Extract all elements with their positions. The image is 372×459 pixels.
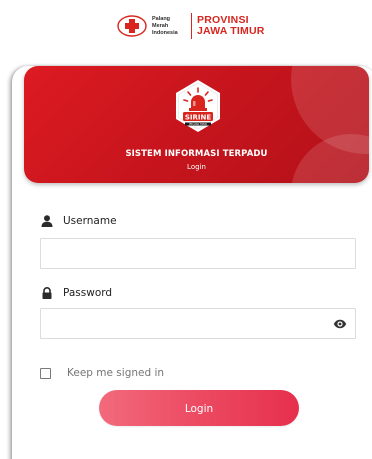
keep-signed-in-checkbox[interactable] [40, 367, 51, 379]
province-name: PROVINSI JAWA TIMUR [197, 15, 265, 37]
password-field-container [40, 308, 356, 339]
keep-signed-in-label: Keep me signed in [67, 367, 165, 379]
brand-divider [191, 13, 192, 39]
header-subtitle: Login [187, 163, 206, 171]
org-name-line-2: Merah [152, 22, 169, 29]
brand-header: Palang Merah Indonesia PROVINSI JAWA TIM… [117, 11, 265, 41]
org-name-line-3: Indonesia [152, 29, 178, 36]
username-label: Username [41, 215, 117, 227]
username-input[interactable] [41, 239, 355, 268]
password-label: Password [41, 287, 112, 299]
red-cross-logo-icon [117, 15, 147, 37]
user-icon [41, 215, 53, 227]
sirine-logo-icon: SIRINE PMI JAWA TIMUR [171, 79, 225, 133]
login-page: Palang Merah Indonesia PROVINSI JAWA TIM… [0, 0, 372, 459]
username-label-text: Username [63, 215, 117, 227]
org-name: Palang Merah Indonesia [152, 16, 186, 37]
login-card: SIRINE PMI JAWA TIMUR SISTEM INFORMASI T… [12, 66, 372, 459]
sirine-badge-sublabel: PMI JAWA TIMUR [189, 123, 207, 126]
login-button[interactable]: Login [99, 390, 299, 426]
password-input[interactable] [41, 309, 355, 338]
lock-icon [42, 287, 52, 299]
province-line-2: JAWA TIMUR [197, 25, 265, 37]
card-header: SIRINE PMI JAWA TIMUR SISTEM INFORMASI T… [24, 66, 369, 183]
username-field-container [40, 238, 356, 269]
password-label-text: Password [63, 287, 113, 299]
org-name-line-1: Palang [152, 15, 171, 22]
eye-icon[interactable] [333, 319, 347, 329]
system-title: SISTEM INFORMASI TERPADU [125, 149, 268, 159]
sirine-badge-label: SIRINE [185, 113, 211, 121]
keep-signed-in-row[interactable]: Keep me signed in [40, 367, 164, 379]
